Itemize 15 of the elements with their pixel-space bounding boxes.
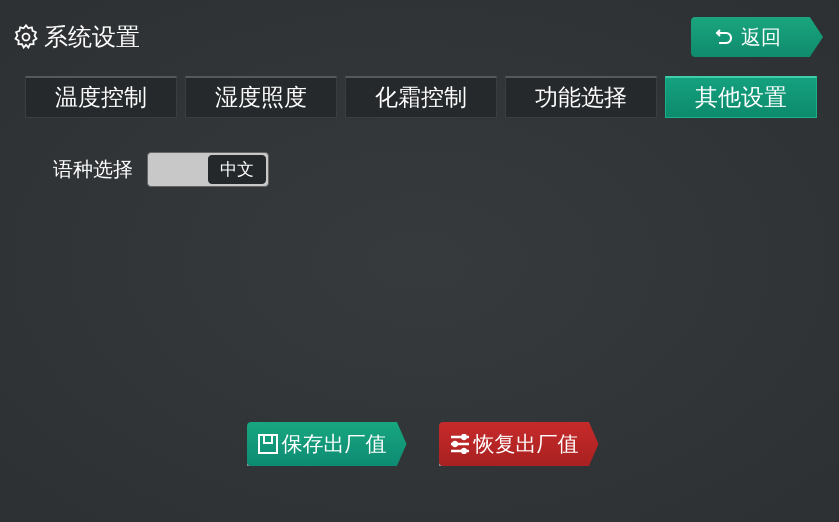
back-arrow-icon [715,28,733,46]
tab[interactable]: 其他设置 [665,76,817,118]
tab[interactable]: 湿度照度 [185,76,337,118]
settings-icon [12,23,40,51]
tab[interactable]: 功能选择 [505,76,657,118]
tab[interactable]: 化霜控制 [345,76,497,118]
restore-defaults-button[interactable]: 恢复出厂值 [438,422,598,466]
save-icon [256,433,278,455]
sliders-icon [448,434,470,454]
back-button[interactable]: 返回 [691,17,823,57]
tab[interactable]: 温度控制 [25,76,177,118]
language-switch[interactable]: 中文 [147,152,269,187]
language-label: 语种选择 [53,156,133,183]
page-title: 系统设置 [44,22,140,53]
save-defaults-button[interactable]: 保存出厂值 [246,422,406,466]
